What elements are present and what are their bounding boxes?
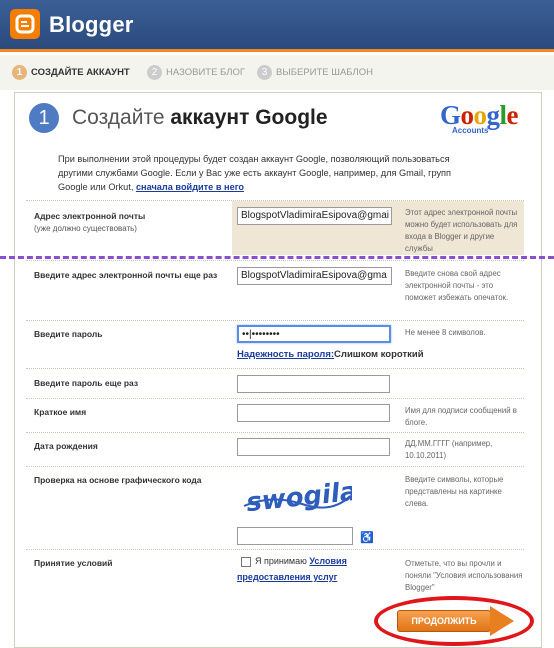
display-name-field[interactable] <box>237 404 390 422</box>
step-number: 2 <box>147 65 162 80</box>
birthdate-field[interactable] <box>237 438 390 456</box>
row-divider <box>26 549 524 550</box>
step-label: НАЗОВИТЕ БЛОГ <box>166 67 246 79</box>
birthdate-hint: ДД.ММ.ГГГГ (например, 10.10.2011) <box>405 439 493 460</box>
intro-body: При выполнении этой процедуры будет созд… <box>58 154 451 192</box>
birthdate-label: Дата рождения <box>34 441 98 451</box>
page-title: Создайте аккаунт Google <box>72 106 328 130</box>
email-confirm-hint: Введите снова свой адрес электронной поч… <box>405 269 509 302</box>
sign-in-link[interactable]: сначала войдите в него <box>136 182 244 192</box>
password-confirm-label: Введите пароль еще раз <box>34 378 139 388</box>
terms-accept-label: Я принимаю <box>255 556 307 566</box>
continue-button[interactable]: ПРОДОЛЖИТЬ <box>397 610 491 632</box>
step-number: 1 <box>12 65 27 80</box>
title-bold: аккаунт Google <box>170 106 328 129</box>
row-divider <box>26 398 524 399</box>
logo-letter: e <box>506 100 519 130</box>
logo-letter: g <box>486 100 501 130</box>
step-number: 3 <box>257 65 272 80</box>
terms-checkbox[interactable] <box>241 557 251 567</box>
password-label: Введите пароль <box>34 329 103 339</box>
terms-link[interactable]: Условия <box>309 556 346 566</box>
step-label: СОЗДАЙТЕ АККАУНТ <box>31 67 130 79</box>
email-label: Адрес электронной почты <box>34 211 146 221</box>
annotation-dashed-line <box>0 256 554 259</box>
google-accounts-sub: Accounts <box>452 126 489 135</box>
captcha-image: swogila <box>242 476 359 523</box>
blogger-header: Blogger <box>0 0 554 52</box>
email-field[interactable]: BlogspotVladimiraEsipova@gmai <box>237 207 392 225</box>
email-sublabel: (уже должно существовать) <box>34 224 137 233</box>
email-hint: Этот адрес электронной почты можно будет… <box>405 208 518 253</box>
terms-label: Принятие условий <box>34 558 113 568</box>
step-create-account: 1 СОЗДАЙТЕ АККАУНТ <box>12 65 130 80</box>
row-divider <box>26 320 524 321</box>
step-choose-template: 3 ВЫБЕРИТЕ ШАБЛОН <box>257 65 373 80</box>
row-divider <box>26 466 524 467</box>
email-confirm-label: Введите адрес электронной почты еще раз <box>34 270 218 280</box>
row-divider <box>26 260 524 261</box>
continue-arrow-icon[interactable] <box>490 606 514 636</box>
blogger-b-icon <box>15 14 35 34</box>
captcha-text: swogila <box>245 477 352 518</box>
row-divider <box>26 368 524 369</box>
blogger-logo-icon[interactable] <box>10 9 40 39</box>
step-badge: 1 <box>29 103 59 133</box>
logo-letter: l <box>499 100 508 130</box>
captcha-field[interactable] <box>237 527 353 545</box>
password-strength: Надежность пароля:Слишком короткий <box>237 349 424 360</box>
title-regular: Создайте <box>72 106 165 129</box>
password-confirm-field[interactable] <box>237 375 390 393</box>
step-name-blog: 2 НАЗОВИТЕ БЛОГ <box>147 65 245 80</box>
display-name-label: Краткое имя <box>34 407 87 417</box>
password-strength-link[interactable]: Надежность пароля: <box>237 349 334 360</box>
email-confirm-field[interactable]: BlogspotVladimiraEsipova@gma <box>237 267 392 285</box>
row-divider <box>26 432 524 433</box>
password-strength-value: Слишком короткий <box>334 349 424 360</box>
password-field[interactable]: ••|•••••••• <box>237 325 391 343</box>
intro-text: При выполнении этой процедуры будет созд… <box>58 152 478 194</box>
captcha-hint: Введите символы, которые представлены на… <box>405 475 504 508</box>
terms-link-continued[interactable]: предоставления услуг <box>237 572 337 582</box>
step-label: ВЫБЕРИТЕ ШАБЛОН <box>276 67 374 79</box>
accessibility-icon[interactable]: ♿ <box>360 531 374 544</box>
blogger-wordmark[interactable]: Blogger <box>49 12 134 38</box>
terms-hint: Отметьте, что вы прочли и поняли "Услови… <box>405 559 523 592</box>
password-hint: Не менее 8 символов. <box>405 328 486 337</box>
steps-bar: 1 СОЗДАЙТЕ АККАУНТ 2 НАЗОВИТЕ БЛОГ 3 ВЫБЕРИ… <box>0 55 554 90</box>
display-name-hint: Имя для подписи сообщений в блоге. <box>405 406 517 427</box>
terms-accept-text: Я принимаю Условия <box>255 556 347 566</box>
captcha-label: Проверка на основе графического кода <box>34 475 202 485</box>
